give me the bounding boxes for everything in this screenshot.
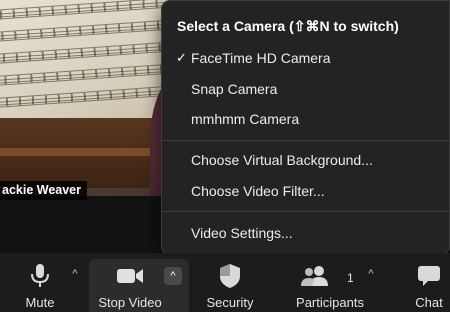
video-camera-icon (96, 263, 164, 289)
people-icon (288, 263, 342, 289)
menu-divider (163, 140, 449, 141)
chat-button[interactable]: Chat (408, 253, 450, 312)
chat-bubble-icon (408, 263, 450, 289)
camera-menu: Select a Camera (⇧⌘N to switch) ✓ FaceTi… (161, 0, 450, 255)
security-button[interactable]: Security (200, 253, 260, 312)
choose-virtual-background-item[interactable]: Choose Virtual Background... (162, 146, 450, 174)
participants-count: 1 (347, 271, 354, 285)
camera-menu-header: Select a Camera (⇧⌘N to switch) (177, 18, 399, 34)
audio-options-caret[interactable]: ^ (66, 265, 84, 283)
video-settings-item[interactable]: Video Settings... (162, 219, 450, 247)
meeting-toolbar: Mute ^ Stop Video ^ Security 1 Participa… (0, 253, 450, 312)
menu-divider (163, 211, 449, 212)
camera-option-snap[interactable]: Snap Camera (162, 75, 450, 103)
participants-options-caret[interactable]: ^ (362, 265, 380, 283)
video-options-caret[interactable]: ^ (164, 267, 182, 285)
microphone-icon (14, 263, 66, 289)
participant-name-tag: ackie Weaver (0, 181, 87, 200)
camera-option-facetime[interactable]: ✓ FaceTime HD Camera (162, 44, 450, 72)
shield-icon (200, 263, 260, 289)
stop-video-button[interactable]: Stop Video (96, 253, 164, 312)
participants-button[interactable]: 1 Participants (288, 253, 372, 312)
mute-button[interactable]: Mute (14, 253, 66, 312)
checkmark-icon: ✓ (176, 50, 187, 65)
camera-option-mmhmm[interactable]: mmhmm Camera (162, 105, 450, 133)
choose-video-filter-item[interactable]: Choose Video Filter... (162, 177, 450, 205)
